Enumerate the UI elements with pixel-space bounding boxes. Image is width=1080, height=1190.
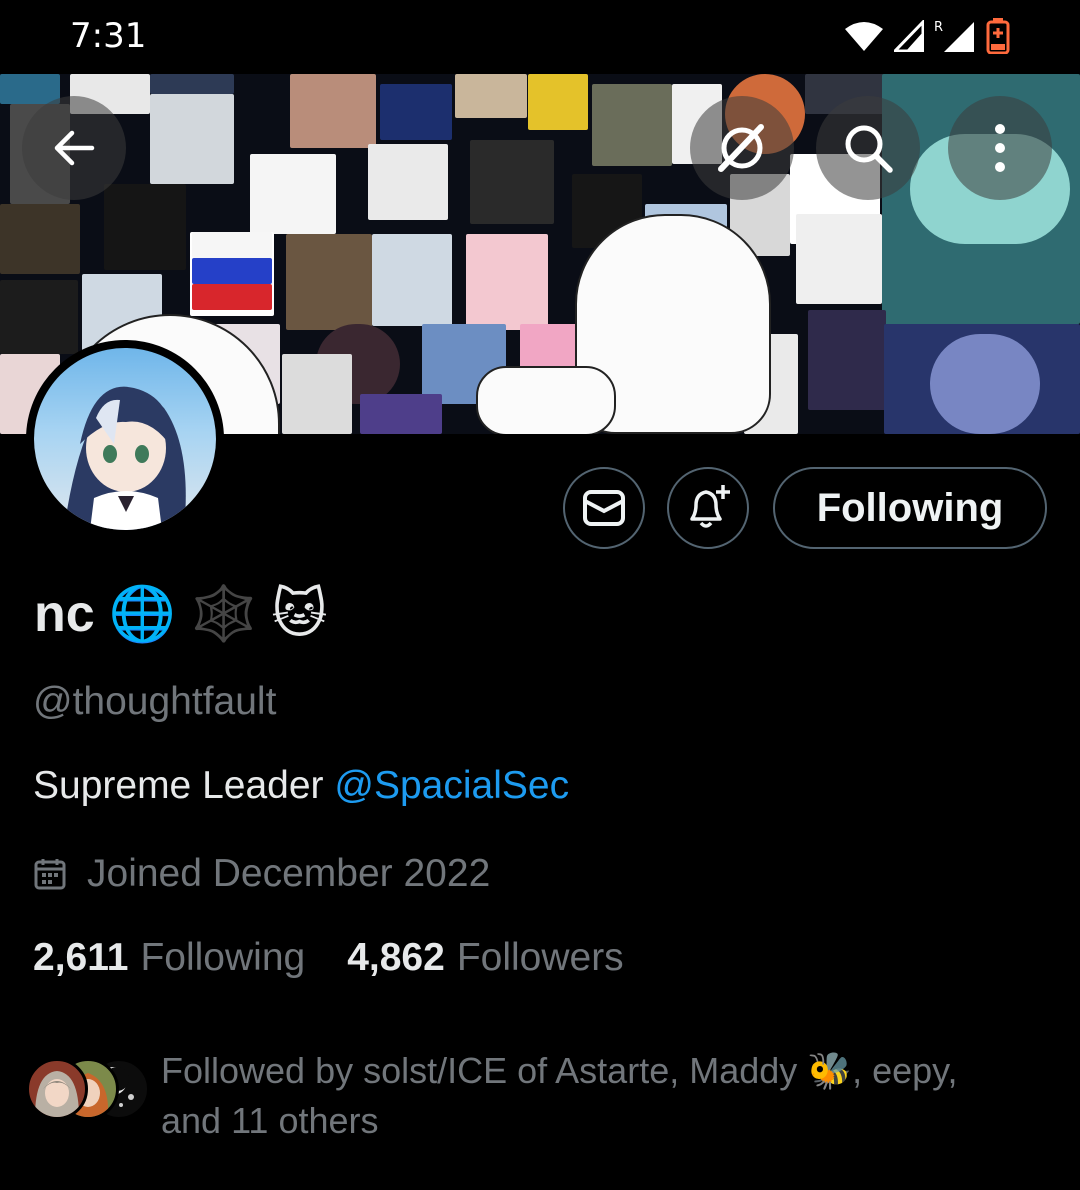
spider-web-emoji-icon: 🕸️ — [189, 582, 258, 645]
search-icon — [845, 125, 893, 173]
more-vertical-icon — [995, 124, 1005, 172]
calendar-icon — [34, 859, 66, 890]
grok-button[interactable] — [690, 96, 794, 200]
back-button[interactable] — [22, 96, 126, 200]
followers-label: Followers — [456, 936, 624, 979]
bell-plus-icon — [690, 485, 730, 528]
following-count: 2,611 — [33, 936, 129, 979]
joined-date-row: Joined December 2022 — [33, 852, 490, 896]
message-button[interactable] — [563, 467, 645, 549]
grok-icon — [718, 124, 764, 172]
notifications-button[interactable] — [667, 467, 749, 549]
profile-handle: @thoughtfault — [33, 680, 277, 723]
arrow-left-icon — [54, 130, 95, 166]
name-row: nc 🌐 🕸️ 🐱 — [34, 584, 327, 644]
status-time: 7:31 — [70, 16, 147, 56]
joined-date: Joined December 2022 — [87, 852, 491, 895]
following-link[interactable]: 2,611 Following — [33, 936, 305, 980]
battery-low-icon — [986, 18, 1010, 54]
following-button[interactable]: Following — [773, 467, 1047, 549]
bio-mention-link[interactable]: @SpacialSec — [334, 764, 569, 807]
follow-stats: 2,611 Following 4,862 Followers — [33, 936, 624, 980]
display-name: nc — [34, 585, 95, 643]
followed-by-text: Followed by solst/ICE of Astarte, Maddy … — [161, 1046, 1041, 1146]
cat-face-emoji-icon: 🐱 — [271, 582, 328, 645]
bee-emoji-icon: 🐝 — [807, 1050, 853, 1091]
bio-text: Supreme Leader — [33, 764, 335, 807]
followed-by-avatars — [26, 1058, 156, 1122]
status-bar: 7:31 R — [0, 0, 1080, 74]
followers-link[interactable]: 4,862 Followers — [347, 936, 623, 980]
followed-by-middle: , eepy, — [852, 1050, 958, 1091]
mutual-avatar — [26, 1058, 88, 1120]
followed-by-suffix: and 11 others — [161, 1100, 379, 1141]
mail-icon — [583, 490, 625, 526]
following-label: Following — [140, 936, 306, 979]
search-button[interactable] — [816, 96, 920, 200]
profile-bio: Supreme Leader @SpacialSec — [33, 764, 569, 808]
status-icons: R — [844, 14, 1010, 58]
signal-roaming-icon: R — [934, 20, 974, 52]
followers-count: 4,862 — [347, 936, 445, 979]
roaming-letter: R — [934, 20, 943, 35]
followed-by-prefix: Followed by solst/ICE of Astarte, Maddy — [161, 1050, 808, 1091]
more-options-button[interactable] — [948, 96, 1052, 200]
avatar-illustration — [64, 386, 186, 530]
wifi-icon — [845, 22, 883, 51]
globe-emoji-icon: 🌐 — [108, 582, 176, 645]
avatar-image — [34, 348, 216, 530]
signal-icon — [894, 20, 924, 52]
profile-avatar[interactable] — [26, 340, 224, 538]
